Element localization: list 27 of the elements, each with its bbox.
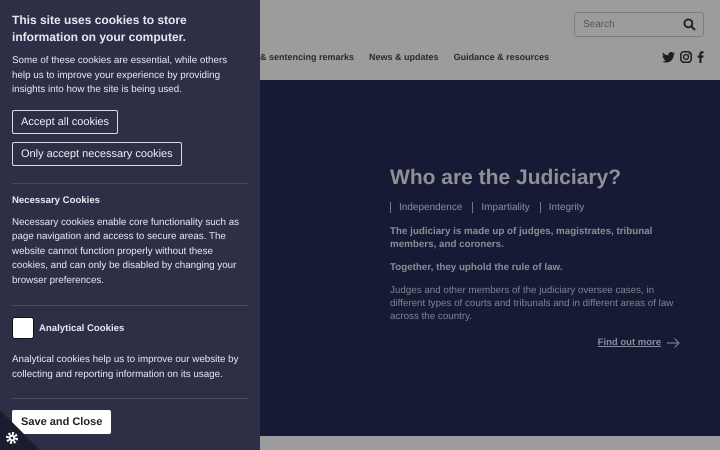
save-button[interactable]: Save and Close	[12, 410, 112, 434]
camera-icon[interactable]	[680, 51, 692, 63]
hero-paragraph: Judges and other members of the judiciary oversee cases, in different types of courts and tribunals and in different areas of law across the country.	[390, 284, 674, 323]
bird-icon[interactable]	[662, 52, 675, 62]
cookie-button[interactable]: Accept all cookies	[12, 110, 118, 134]
nav-link[interactable]: Guidance & resources	[454, 52, 550, 62]
facebook-icon[interactable]	[697, 51, 704, 63]
cookie-description: Necessary cookies enable core functionality such as page navigation and access to secure areas. The website cannot function properly without these cookies, and can only be disabled by changing your browser preferences.	[12, 216, 240, 288]
nav-link[interactable]: News & updates	[369, 52, 439, 62]
search-field[interactable]: Search	[574, 12, 704, 37]
hero-paragraph: The judiciary is made up of judges, magistrates, tribunal members, and coroners.	[390, 225, 654, 251]
value-label: Independence	[390, 202, 462, 213]
nav-link[interactable]: & sentencing remarks	[260, 52, 354, 62]
cookie-description: Analytical cookies help us to improve our website by collecting and reporting information on its usage.	[12, 353, 240, 382]
cookie-banner-title: This site uses cookies to store information on your computer.	[12, 12, 188, 46]
search-icon[interactable]	[683, 18, 696, 31]
arrow-icon	[667, 338, 680, 348]
cookie-section-title: Necessary Cookies	[12, 194, 101, 206]
value-label: Impartiality	[472, 202, 530, 213]
cookie-section-title: Analytical Cookies	[39, 322, 124, 334]
cookie-intro-text: Some of these cookies are essential, while others help us to improve your experience by providing insights into how the site is being used.	[12, 54, 228, 97]
hero-paragraph: Together, they uphold the rule of law.	[390, 261, 564, 274]
value-label: Integrity	[540, 202, 584, 213]
cookie-button[interactable]: Only accept necessary cookies	[12, 142, 182, 166]
checkbox[interactable]	[12, 317, 34, 339]
hero-title: Who are the Judiciary?	[390, 166, 622, 190]
find-out-more-link[interactable]: Find out more	[598, 337, 661, 348]
